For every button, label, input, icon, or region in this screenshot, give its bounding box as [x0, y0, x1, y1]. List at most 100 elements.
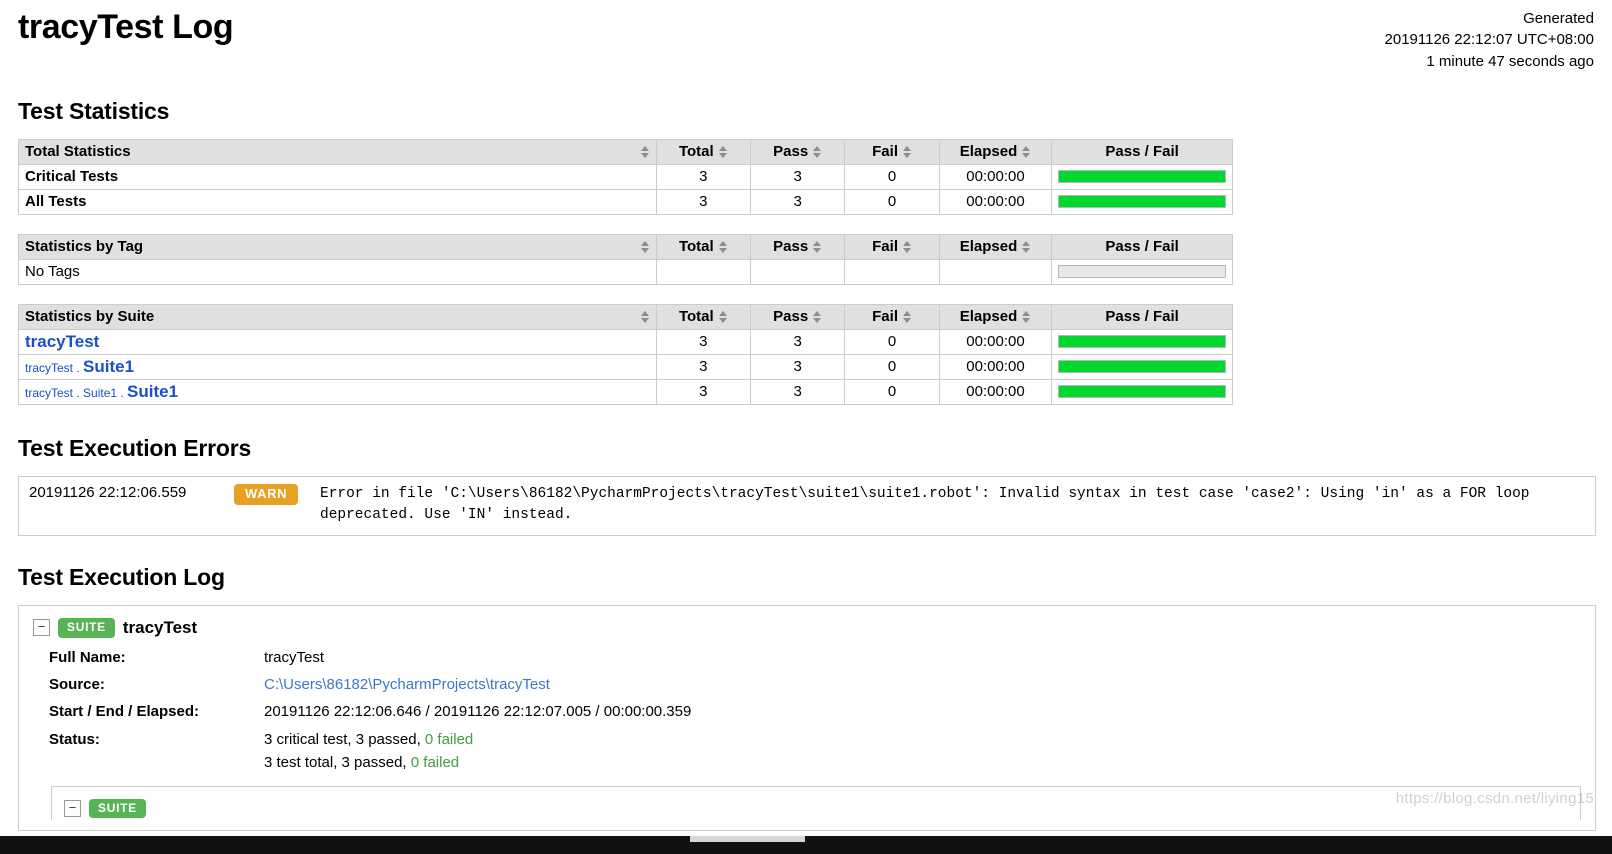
pass-cell — [749, 258, 846, 285]
column-header-pass[interactable]: Pass — [749, 233, 846, 260]
browser-bottom-chrome — [0, 836, 1612, 854]
sort-arrows-icon[interactable] — [718, 240, 728, 254]
suite-statistics-body: tracyTest 3 3 0 00:00:00 tracyTest . Suite1 3 3… — [18, 328, 1233, 405]
sort-arrows-icon[interactable] — [813, 145, 822, 159]
sort-arrows-icon[interactable] — [902, 310, 912, 324]
pass-segment — [1059, 386, 1225, 398]
sort-arrows-icon[interactable] — [902, 145, 912, 159]
pass-segment — [1059, 196, 1225, 208]
table-row: No Tags — [18, 258, 1233, 285]
sort-arrows-icon[interactable] — [813, 310, 822, 324]
suite-statistics-title: Statistics by Suite — [25, 308, 155, 326]
column-header-fail[interactable]: Fail — [844, 303, 940, 330]
sort-arrows-icon[interactable] — [640, 240, 650, 254]
stat-name-cell: Critical Tests — [18, 163, 657, 190]
sort-arrows-icon[interactable] — [1022, 240, 1031, 254]
warn-badge: WARN — [234, 483, 299, 505]
child-suite-row[interactable]: − SUITE — [51, 786, 1581, 821]
column-label-pass: Pass — [773, 308, 809, 326]
stat-name-cell: All Tests — [18, 188, 657, 215]
sort-arrows-icon[interactable] — [902, 240, 912, 254]
metadata-label: Full Name: — [49, 648, 126, 666]
column-header-elapsed[interactable]: Elapsed — [938, 303, 1053, 330]
column-label-fail: Fail — [872, 238, 898, 256]
collapse-toggle-icon[interactable]: − — [64, 800, 81, 818]
metadata-row: Start / End / Elapsed: 20191126 22:12:06.… — [49, 698, 691, 725]
column-label-fail: Fail — [872, 143, 898, 161]
collapse-toggle-icon[interactable]: − — [33, 619, 50, 637]
generated-relative-time: 1 minute 47 seconds ago — [1426, 52, 1594, 70]
sort-arrows-icon[interactable] — [640, 145, 650, 159]
suite-title[interactable]: tracyTest — [123, 618, 197, 638]
column-header-total[interactable]: Total — [655, 303, 752, 330]
suite-link[interactable]: tracyTest . Suite1 — [25, 357, 134, 376]
sort-arrows-icon[interactable] — [1022, 145, 1031, 159]
elapsed-cell — [938, 258, 1053, 285]
suite-parent-path: tracyTest . — [25, 360, 84, 375]
column-label-pass-fail: Pass / Fail — [1105, 238, 1179, 256]
column-header-elapsed[interactable]: Elapsed — [938, 138, 1053, 165]
suite-statistics-title-header[interactable]: Statistics by Suite — [18, 303, 657, 330]
column-header-fail[interactable]: Fail — [844, 233, 940, 260]
tag-statistics-body: No Tags — [18, 258, 1233, 285]
tag-statistics-title-header[interactable]: Statistics by Tag — [18, 233, 657, 260]
status-failed-count: 0 failed — [424, 730, 474, 748]
total-statistics-body: Critical Tests 3 3 0 00:00:00 All Tests 3 3 0 00:… — [18, 163, 1233, 215]
table-row: tracyTest . Suite1 3 3 0 00:00:00 — [18, 353, 1233, 380]
pass-segment — [1059, 171, 1225, 183]
status-counts: 3 critical test, 3 passed, — [264, 730, 425, 748]
sort-arrows-icon[interactable] — [718, 310, 728, 324]
metadata-label: Source: — [49, 676, 105, 694]
column-label-elapsed: Elapsed — [959, 308, 1018, 326]
sort-arrows-icon[interactable] — [813, 240, 822, 254]
column-label-total: Total — [678, 143, 714, 161]
suite-parent-path: tracyTest . Suite1 . — [25, 385, 128, 400]
suite-header[interactable]: − SUITE tracyTest — [33, 618, 1581, 638]
sort-arrows-icon[interactable] — [640, 310, 650, 324]
pass-cell: 3 — [749, 188, 846, 215]
status-label: Status: — [49, 730, 100, 748]
status-row: Status: 3 critical test, 3 passed, 0 fail… — [49, 726, 691, 777]
sort-arrows-icon[interactable] — [718, 145, 728, 159]
pass-fail-graph-cell — [1051, 163, 1233, 190]
column-label-elapsed: Elapsed — [959, 238, 1018, 256]
column-label-pass: Pass — [773, 143, 809, 161]
fail-cell: 0 — [844, 163, 940, 190]
suite-link[interactable]: tracyTest — [25, 332, 99, 351]
test-execution-log-heading: Test Execution Log — [18, 563, 225, 590]
child-suite-type-badge: SUITE — [89, 798, 146, 819]
column-header-total[interactable]: Total — [655, 233, 752, 260]
page-header: tracyTest Log Generated 20191126 22:12:0… — [18, 0, 1594, 72]
total-statistics-table: Total Statistics Total Pass Fail Elapsed — [18, 138, 1233, 215]
pass-fail-bar — [1058, 195, 1226, 209]
suite-metadata-table: Full Name: tracyTest Source: C:\Users\86182… — [49, 644, 691, 776]
fail-cell: 0 — [844, 328, 940, 355]
metadata-value[interactable]: C:\Users\86182\PycharmProjects\tracyTest — [264, 671, 691, 698]
pass-cell: 3 — [749, 378, 846, 405]
elapsed-cell: 00:00:00 — [938, 163, 1053, 190]
column-header-pass[interactable]: Pass — [749, 303, 846, 330]
pass-fail-graph-cell — [1051, 188, 1233, 215]
total-cell — [655, 258, 752, 285]
table-header-row: Total Statistics Total Pass Fail Elapsed — [18, 138, 1233, 165]
column-header-total[interactable]: Total — [655, 138, 752, 165]
suite-leaf-name: Suite1 — [83, 356, 135, 376]
suite-name-cell[interactable]: tracyTest . Suite1 — [18, 353, 657, 380]
source-path-link[interactable]: C:\Users\86182\PycharmProjects\tracyTest — [264, 676, 550, 693]
suite-name-cell[interactable]: tracyTest . Suite1 . Suite1 — [18, 378, 657, 405]
tag-statistics-table: Statistics by Tag Total Pass Fail Elapse… — [18, 233, 1233, 285]
pass-fail-bar — [1058, 335, 1226, 349]
sort-arrows-icon[interactable] — [1022, 310, 1031, 324]
column-header-fail[interactable]: Fail — [844, 138, 940, 165]
total-statistics-title-header[interactable]: Total Statistics — [18, 138, 657, 165]
column-header-elapsed[interactable]: Elapsed — [938, 233, 1053, 260]
pass-fail-graph-cell — [1051, 353, 1233, 380]
error-message: Error in file 'C:\Users\86182\PycharmPro… — [320, 485, 1530, 523]
suite-link[interactable]: tracyTest . Suite1 . Suite1 — [25, 382, 178, 401]
error-timestamp: 20191126 22:12:06.559 — [29, 483, 187, 501]
suite-name-cell[interactable]: tracyTest — [18, 328, 657, 355]
column-label-pass-fail: Pass / Fail — [1105, 308, 1179, 326]
elapsed-cell: 00:00:00 — [938, 328, 1053, 355]
generated-info: Generated 20191126 22:12:07 UTC+08:00 1 … — [1385, 4, 1594, 72]
column-header-pass[interactable]: Pass — [749, 138, 846, 165]
